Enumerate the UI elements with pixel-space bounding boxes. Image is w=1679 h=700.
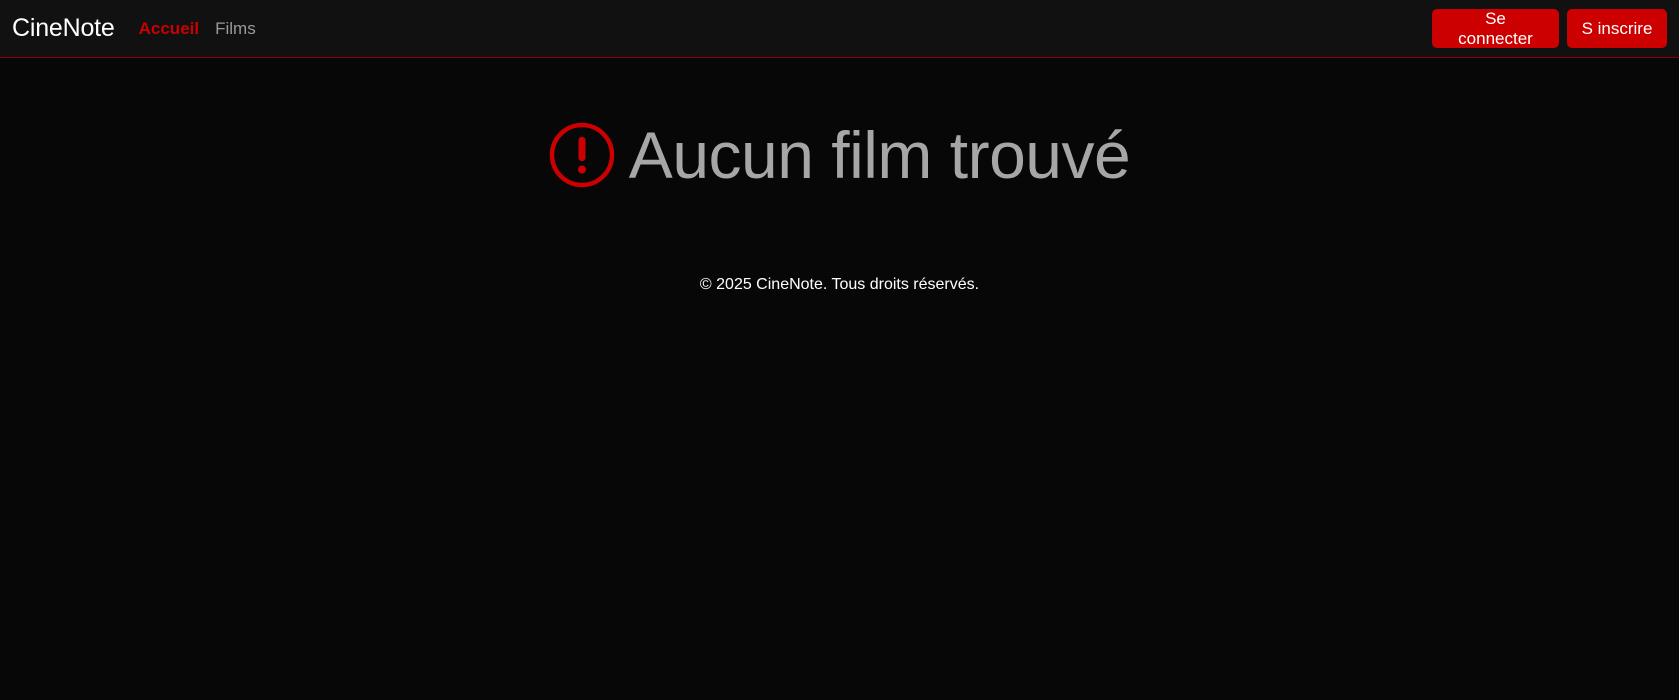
footer: © 2025 CineNote. Tous droits réservés. bbox=[0, 276, 1679, 294]
brand-logo[interactable]: CineNote bbox=[12, 14, 115, 43]
register-button[interactable]: S inscrire bbox=[1567, 9, 1667, 48]
exclamation-circle-icon bbox=[549, 122, 615, 188]
nav-link-accueil[interactable]: Accueil bbox=[139, 19, 199, 39]
login-button[interactable]: Se connecter bbox=[1432, 9, 1559, 48]
navbar: CineNote Accueil Films Se connecter S in… bbox=[0, 0, 1679, 58]
footer-copyright: © 2025 CineNote. Tous droits réservés. bbox=[699, 276, 980, 293]
empty-message: Aucun film trouvé bbox=[628, 118, 1131, 192]
empty-state: Aucun film trouvé bbox=[0, 118, 1679, 192]
nav-link-films[interactable]: Films bbox=[215, 19, 256, 39]
nav-left: CineNote Accueil Films bbox=[12, 14, 272, 43]
main-content: Aucun film trouvé bbox=[0, 58, 1679, 192]
nav-right: Se connecter S inscrire bbox=[1432, 9, 1667, 48]
